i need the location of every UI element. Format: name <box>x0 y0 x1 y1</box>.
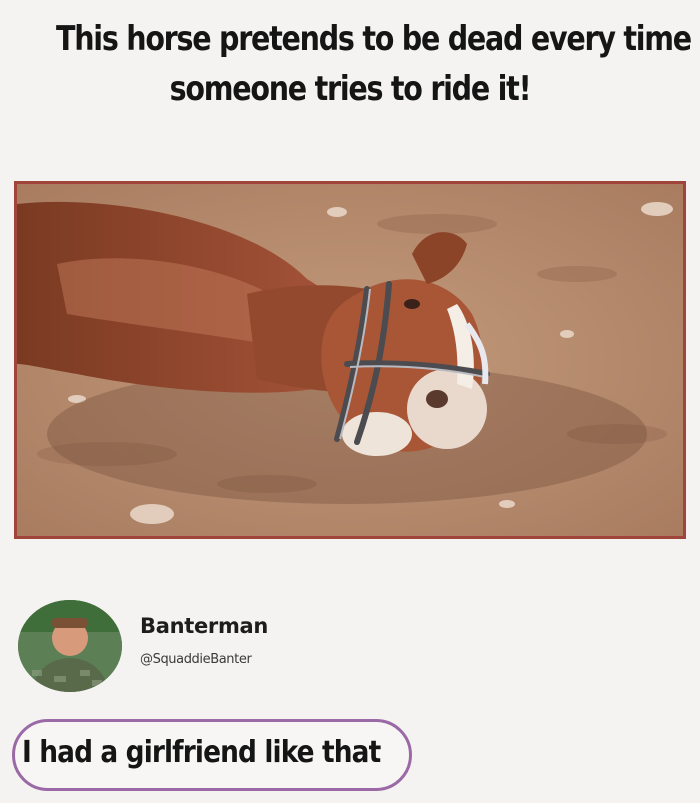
avatar-image <box>18 600 122 692</box>
headline-line-1: This horse pretends to be dead every tim… <box>56 19 692 59</box>
meme-headline: This horse pretends to be dead every tim… <box>56 14 692 114</box>
username[interactable]: Banterman <box>140 614 268 638</box>
avatar[interactable] <box>18 600 122 692</box>
horse-lying-illustration <box>17 184 683 536</box>
headline-line-2: someone tries to ride it! <box>169 69 532 109</box>
user-handle[interactable]: @SquaddieBanter <box>140 652 252 667</box>
comment-text: I had a girlfriend like that <box>22 735 381 770</box>
horse-photo <box>14 181 686 539</box>
